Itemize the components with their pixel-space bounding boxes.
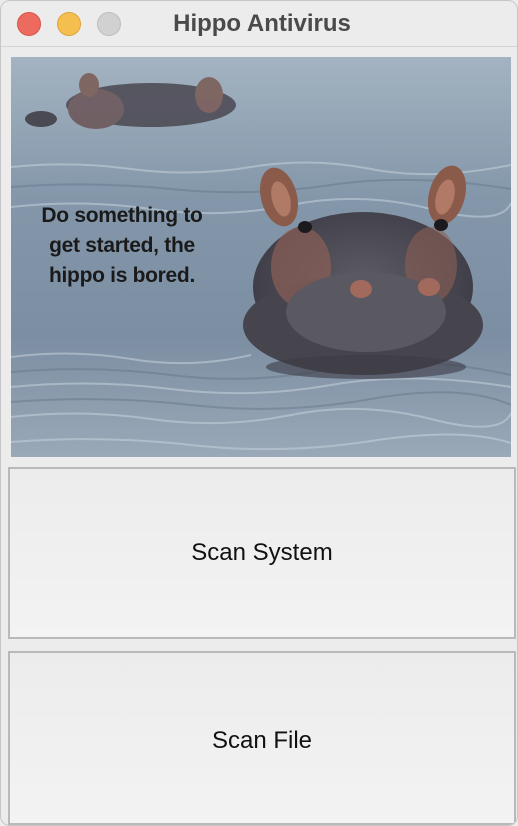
window-title: Hippo Antivirus (173, 10, 351, 37)
scan-file-button[interactable]: Scan File (8, 651, 516, 825)
scan-system-button[interactable]: Scan System (8, 467, 516, 639)
title-bar[interactable]: Hippo Antivirus (1, 1, 517, 47)
hippo-image: Do something to get started, the hippo i… (11, 57, 511, 457)
app-window: Hippo Antivirus Do something to get star… (0, 0, 518, 826)
hippo-caption: Do something to get started, the hippo i… (41, 204, 203, 287)
